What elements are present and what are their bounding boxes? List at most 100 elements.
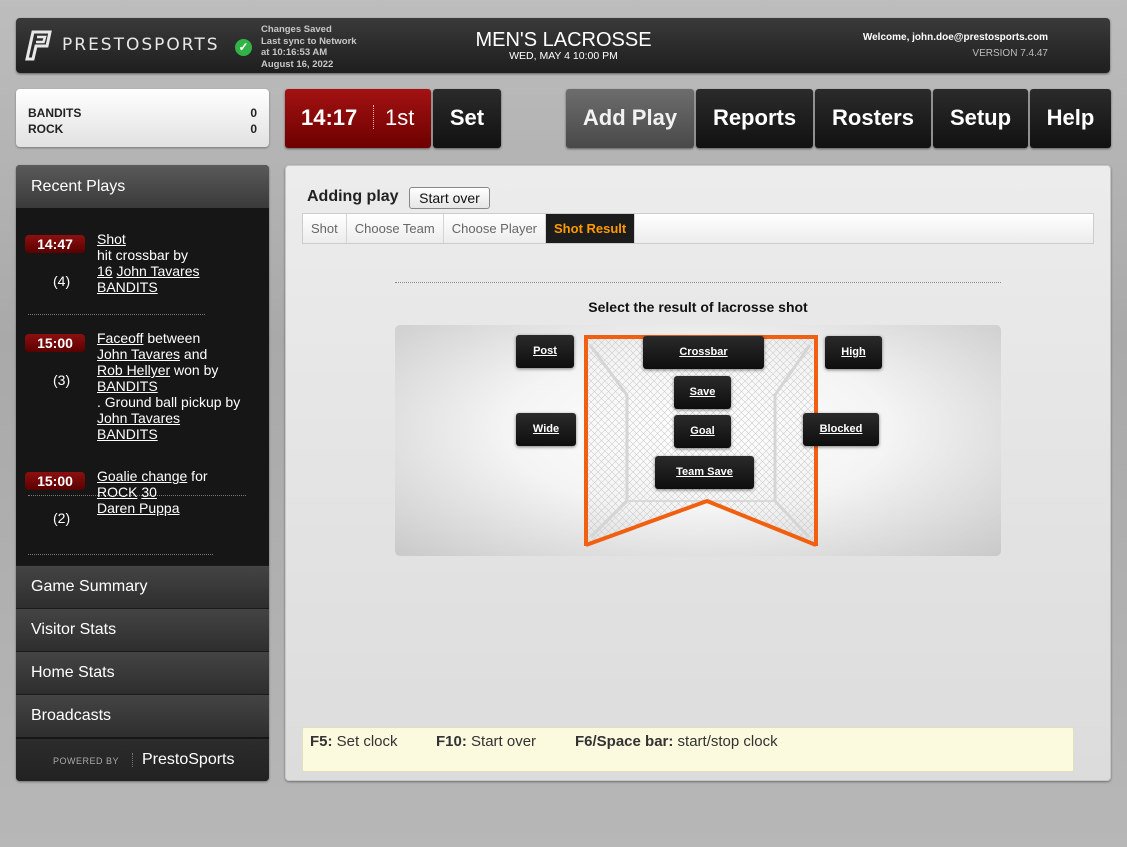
result-crossbar-button[interactable]: Crossbar (643, 336, 764, 369)
team-score: 0 (250, 122, 257, 136)
section-divider (395, 282, 1001, 283)
shortcut-key: F6/Space bar: (575, 733, 674, 750)
play-sequence: (4) (53, 273, 71, 289)
setup-button[interactable]: Setup (933, 89, 1028, 148)
player-link[interactable]: John Tavares (97, 346, 180, 362)
score-row-visitor: BANDITS 0 (28, 106, 257, 120)
result-wide-button[interactable]: Wide (516, 413, 576, 446)
powered-by-footer: POWERED BY PrestoSports (16, 739, 269, 781)
team-link[interactable]: BANDITS (97, 279, 158, 295)
result-post-button[interactable]: Post (516, 335, 574, 368)
play-text: won by (170, 362, 219, 378)
shot-result-prompt: Select the result of lacrosse shot (588, 299, 808, 315)
clock-period: 1st (385, 105, 415, 130)
play-description: Faceoff between John Tavares and Rob Hel… (97, 330, 262, 442)
result-team-save-button[interactable]: Team Save (655, 456, 754, 489)
shortcut-action: Set clock (336, 733, 398, 750)
adding-play-label: Adding play (307, 188, 399, 205)
sidebar-item-home-stats[interactable]: Home Stats (16, 651, 269, 694)
team-link[interactable]: BANDITS (97, 426, 158, 442)
scoreboard: BANDITS 0 ROCK 0 (16, 89, 269, 147)
sync-line-4: August 16, 2022 (261, 58, 334, 70)
powered-brand[interactable]: PrestoSports (142, 751, 234, 769)
goal-diagram: Post Crossbar High Save Wide Goal Blocke… (395, 325, 1001, 556)
crumb-shot-result[interactable]: Shot Result (546, 214, 636, 243)
prestosports-logo-icon (25, 30, 52, 61)
play-time-badge: 15:00 (25, 472, 85, 490)
team-score: 0 (250, 106, 257, 120)
play-time-badge: 15:00 (25, 334, 85, 352)
sync-line-3: at 10:16:53 AM (261, 47, 328, 58)
play-sequence: (2) (53, 510, 71, 526)
game-title: MEN'S LACROSSE (475, 29, 652, 51)
team-link[interactable]: BANDITS (97, 378, 158, 394)
shortcut-set-clock: F5: Set clock (310, 733, 398, 750)
shortcut-key: F10: (436, 733, 467, 750)
shortcut-start-stop-clock: F6/Space bar: start/stop clock (575, 733, 778, 750)
keyboard-shortcuts-bar: F5: Set clock F10: Start over F6/Space b… (302, 727, 1074, 772)
app-header: PRESTOSPORTS ✓ Changes Saved Last sync t… (16, 18, 1110, 73)
crumb-choose-player[interactable]: Choose Player (444, 214, 547, 243)
play-text: between (143, 330, 201, 346)
sidebar-item-broadcasts[interactable]: Broadcasts (16, 694, 269, 737)
powered-divider (132, 753, 133, 767)
play-sequence: (3) (53, 372, 71, 388)
sync-line-2: Last sync to Network (261, 35, 357, 47)
player-number-link[interactable]: 16 (97, 263, 113, 279)
clock-divider (373, 105, 374, 129)
play-wizard-breadcrumb: Shot Choose Team Choose Player Shot Resu… (302, 213, 1094, 244)
shortcut-action: start/stop clock (677, 733, 778, 750)
clock-time: 14:17 (301, 105, 358, 130)
play-text: for (187, 468, 208, 484)
sidebar-item-game-summary[interactable]: Game Summary (16, 565, 269, 608)
player-link[interactable]: John Tavares (97, 410, 180, 426)
result-blocked-button[interactable]: Blocked (803, 413, 879, 446)
shortcut-action: Start over (471, 733, 537, 750)
result-goal-button[interactable]: Goal (674, 415, 731, 448)
recent-plays-list: 14:47 (4) Shot hit crossbar by 16 John T… (16, 208, 269, 565)
result-high-button[interactable]: High (825, 336, 882, 369)
set-clock-button[interactable]: Set (433, 89, 501, 148)
recent-plays-title[interactable]: Recent Plays (16, 165, 269, 208)
player-link[interactable]: Daren Puppa (97, 500, 180, 516)
add-play-button[interactable]: Add Play (566, 89, 694, 148)
shortcut-key: F5: (310, 733, 333, 750)
play-time-badge: 14:47 (25, 235, 85, 253)
play-type-link[interactable]: Goalie change (97, 468, 187, 484)
welcome-user[interactable]: Welcome, john.doe@prestosports.com (863, 32, 1048, 43)
play-type-link[interactable]: Shot (97, 231, 126, 247)
play-description: Goalie change for ROCK 30 Daren Puppa (97, 468, 262, 516)
crumb-shot[interactable]: Shot (303, 214, 347, 243)
play-description: Shot hit crossbar by 16 John Tavares BAN… (97, 231, 262, 295)
team-name: BANDITS (28, 106, 82, 120)
powered-by-label: POWERED BY (53, 756, 120, 766)
sidebar: Recent Plays 14:47 (4) Shot hit crossbar… (16, 165, 269, 781)
crumb-choose-team[interactable]: Choose Team (347, 214, 444, 243)
team-link[interactable]: ROCK (97, 484, 137, 500)
result-save-button[interactable]: Save (674, 376, 731, 409)
shortcut-start-over: F10: Start over (436, 733, 536, 750)
game-date: WED, MAY 4 10:00 PM (509, 50, 618, 62)
play-detail: hit crossbar by (97, 247, 189, 263)
player-link[interactable]: Rob Hellyer (97, 362, 170, 378)
sync-ok-icon: ✓ (235, 39, 252, 56)
play-divider (28, 314, 205, 315)
player-number-link[interactable]: 30 (141, 484, 157, 500)
rosters-button[interactable]: Rosters (815, 89, 931, 148)
game-clock[interactable]: 14:17 1st (285, 89, 431, 148)
team-name: ROCK (28, 122, 64, 136)
help-button[interactable]: Help (1030, 89, 1111, 148)
sync-status: Changes Saved Last sync to Network at 10… (261, 24, 357, 70)
play-text: . Ground ball pickup by (97, 394, 241, 410)
reports-button[interactable]: Reports (696, 89, 813, 148)
version-label: VERSION 7.4.47 (972, 48, 1048, 59)
add-play-panel: Adding play Start over Shot Choose Team … (285, 165, 1111, 781)
play-divider (28, 554, 213, 555)
play-type-link[interactable]: Faceoff (97, 330, 143, 346)
start-over-button[interactable]: Start over (409, 187, 490, 209)
score-row-home: ROCK 0 (28, 122, 257, 136)
logo-text: PRESTOSPORTS (62, 35, 220, 55)
player-link[interactable]: John Tavares (116, 263, 199, 279)
sync-line-1: Changes Saved (261, 24, 332, 35)
sidebar-item-visitor-stats[interactable]: Visitor Stats (16, 608, 269, 651)
